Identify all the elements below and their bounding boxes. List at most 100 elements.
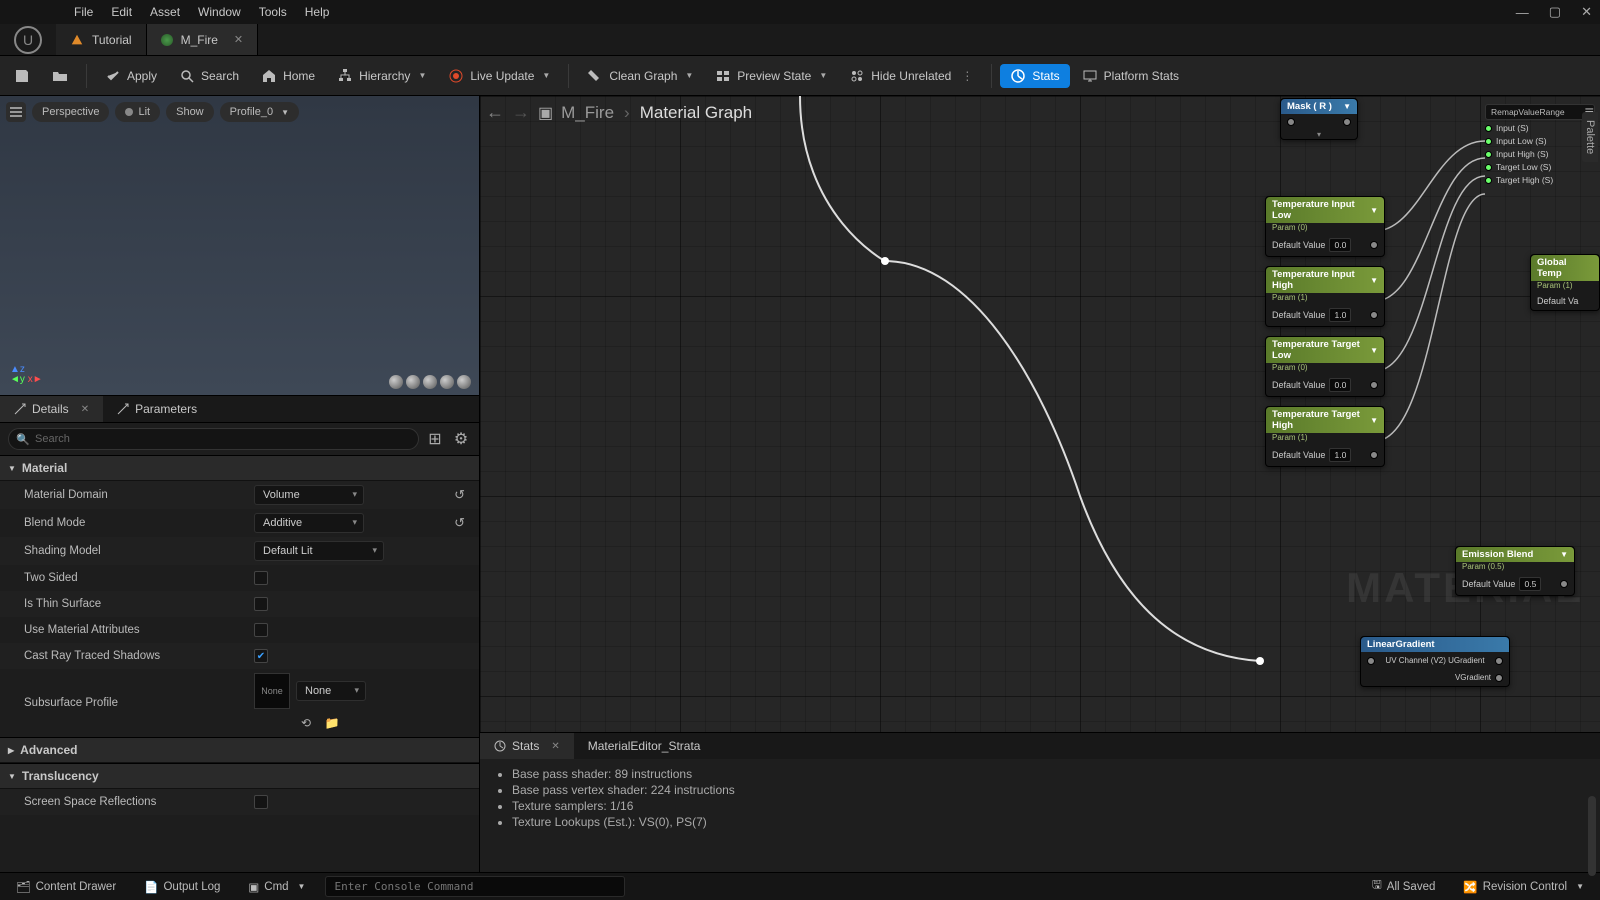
viewport-options-button[interactable] bbox=[6, 102, 26, 122]
browse-button[interactable] bbox=[42, 64, 78, 88]
graph-home-icon[interactable]: ▣ bbox=[538, 103, 553, 123]
prop-blend-mode-label: Blend Mode bbox=[24, 517, 254, 529]
property-matrix-icon[interactable]: ⊞ bbox=[425, 429, 445, 449]
tab-tutorial-label: Tutorial bbox=[92, 33, 132, 47]
search-button[interactable]: Search bbox=[169, 64, 249, 88]
viewport-preview-shapes[interactable] bbox=[389, 375, 471, 389]
section-advanced[interactable]: ▶Advanced bbox=[0, 737, 479, 763]
save-button[interactable] bbox=[4, 64, 40, 88]
content-drawer-button[interactable]: 🗂Content Drawer bbox=[8, 877, 124, 897]
stats-output: Base pass shader: 89 instructions Base p… bbox=[480, 759, 1600, 872]
source-control-icon: 🔀 bbox=[1463, 880, 1477, 894]
subsurface-dropdown[interactable]: None bbox=[296, 681, 366, 701]
section-material[interactable]: ▼Material bbox=[0, 455, 479, 481]
node-emission-blend[interactable]: Emission Blend▼ Param (0.5) Default Valu… bbox=[1455, 546, 1575, 596]
tutorial-icon bbox=[70, 33, 84, 47]
hide-unrelated-button[interactable]: Hide Unrelated⋮ bbox=[839, 64, 983, 88]
stats-scrollbar[interactable] bbox=[1588, 796, 1596, 876]
clean-graph-button[interactable]: Clean Graph▼ bbox=[577, 64, 703, 88]
prop-two-sided-label: Two Sided bbox=[24, 572, 254, 584]
tab-stats[interactable]: Stats✕ bbox=[480, 733, 574, 759]
cast-rt-checkbox[interactable]: ✔ bbox=[254, 649, 268, 663]
menu-help[interactable]: Help bbox=[305, 5, 330, 19]
reset-icon[interactable]: ↺ bbox=[454, 515, 465, 531]
window-minimize[interactable]: — bbox=[1516, 5, 1529, 20]
use-selected-icon[interactable]: ⟲ bbox=[296, 713, 316, 733]
platform-stats-button[interactable]: Platform Stats bbox=[1072, 64, 1189, 88]
window-close[interactable]: ✕ bbox=[1581, 4, 1592, 20]
menu-window[interactable]: Window bbox=[198, 5, 241, 19]
lit-dropdown[interactable]: Lit bbox=[115, 102, 160, 122]
tab-strip: U Tutorial M_Fire ✕ bbox=[0, 24, 1600, 56]
node-temp-target-high[interactable]: Temperature Target High▼ Param (1) Defau… bbox=[1265, 406, 1385, 467]
cmd-dropdown[interactable]: ▣Cmd▼ bbox=[240, 877, 313, 897]
nav-forward-button[interactable]: → bbox=[512, 102, 530, 123]
menu-edit[interactable]: Edit bbox=[111, 5, 132, 19]
tab-material-label: M_Fire bbox=[181, 33, 218, 47]
revision-control-button[interactable]: 🔀Revision Control▼ bbox=[1455, 877, 1592, 897]
tab-parameters[interactable]: Parameters bbox=[103, 396, 211, 422]
material-graph-canvas[interactable]: ← → ▣ M_Fire › Material Graph ≡ Palette … bbox=[480, 96, 1600, 732]
material-domain-dropdown[interactable]: Volume bbox=[254, 485, 364, 505]
preview-viewport[interactable]: Perspective Lit Show Profile_0▼ ▲z ◄y x► bbox=[0, 96, 479, 396]
node-temp-input-high[interactable]: Temperature Input High▼ Param (1) Defaul… bbox=[1265, 266, 1385, 327]
prop-shading-model-label: Shading Model bbox=[24, 545, 254, 557]
menubar: File Edit Asset Window Tools Help — ▢ ✕ bbox=[0, 0, 1600, 24]
browse-asset-icon[interactable]: 📁 bbox=[322, 713, 342, 733]
node-temp-target-low[interactable]: Temperature Target Low▼ Param (0) Defaul… bbox=[1265, 336, 1385, 397]
tab-material[interactable]: M_Fire ✕ bbox=[147, 24, 259, 55]
preview-state-button[interactable]: Preview State▼ bbox=[705, 64, 837, 88]
tab-strata[interactable]: MaterialEditor_Strata bbox=[574, 733, 715, 759]
hierarchy-button[interactable]: Hierarchy▼ bbox=[327, 64, 436, 88]
use-mat-attr-checkbox[interactable] bbox=[254, 623, 268, 637]
log-icon: 📄 bbox=[144, 880, 158, 894]
section-translucency[interactable]: ▼Translucency bbox=[0, 763, 479, 789]
show-dropdown[interactable]: Show bbox=[166, 102, 214, 122]
nav-back-button[interactable]: ← bbox=[486, 102, 504, 123]
palette-tab[interactable]: Palette bbox=[1582, 112, 1598, 162]
prop-cast-rt-label: Cast Ray Traced Shadows bbox=[24, 650, 254, 662]
breadcrumb: M_Fire › Material Graph bbox=[561, 103, 752, 123]
prop-use-mat-attr-label: Use Material Attributes bbox=[24, 624, 254, 636]
stats-panel: Stats✕ MaterialEditor_Strata Base pass s… bbox=[480, 732, 1600, 872]
menu-file[interactable]: File bbox=[74, 5, 93, 19]
app-logo[interactable]: U bbox=[0, 24, 56, 55]
toolbar: Apply Search Home Hierarchy▼ Live Update… bbox=[0, 56, 1600, 96]
save-status[interactable]: 🖫All Saved bbox=[1364, 874, 1443, 899]
close-icon[interactable]: ✕ bbox=[234, 33, 243, 46]
statusbar: 🗂Content Drawer 📄Output Log ▣Cmd▼ 🖫All S… bbox=[0, 872, 1600, 900]
tab-tutorial[interactable]: Tutorial bbox=[56, 24, 147, 55]
saved-icon: 🖫 bbox=[1372, 877, 1382, 896]
blend-mode-dropdown[interactable]: Additive bbox=[254, 513, 364, 533]
menu-asset[interactable]: Asset bbox=[150, 5, 180, 19]
window-maximize[interactable]: ▢ bbox=[1549, 4, 1561, 20]
node-linear-gradient[interactable]: LinearGradient UV Channel (V2) UGradient… bbox=[1360, 636, 1510, 687]
reset-icon[interactable]: ↺ bbox=[454, 487, 465, 503]
close-icon[interactable]: ✕ bbox=[81, 404, 89, 415]
node-global-temp[interactable]: Global Temp Param (1) Default Va bbox=[1530, 254, 1600, 311]
menu-tools[interactable]: Tools bbox=[259, 5, 287, 19]
search-icon: 🔍 bbox=[16, 433, 30, 446]
terminal-icon: ▣ bbox=[248, 880, 259, 894]
home-button[interactable]: Home bbox=[251, 64, 325, 88]
profile-dropdown[interactable]: Profile_0▼ bbox=[220, 102, 299, 122]
details-panel: Details✕ Parameters 🔍 Search ⊞ ⚙ ▼Materi… bbox=[0, 396, 479, 872]
perspective-dropdown[interactable]: Perspective bbox=[32, 102, 109, 122]
output-log-button[interactable]: 📄Output Log bbox=[136, 877, 228, 897]
prop-material-domain-label: Material Domain bbox=[24, 489, 254, 501]
node-temp-input-low[interactable]: Temperature Input Low▼ Param (0) Default… bbox=[1265, 196, 1385, 257]
asset-thumbnail[interactable]: None bbox=[254, 673, 290, 709]
search-input[interactable]: 🔍 Search bbox=[8, 428, 419, 450]
shading-model-dropdown[interactable]: Default Lit bbox=[254, 541, 384, 561]
tab-details[interactable]: Details✕ bbox=[0, 396, 103, 422]
apply-button[interactable]: Apply bbox=[95, 64, 167, 88]
two-sided-checkbox[interactable] bbox=[254, 571, 268, 585]
thin-surface-checkbox[interactable] bbox=[254, 597, 268, 611]
stats-button[interactable]: Stats bbox=[1000, 64, 1069, 88]
close-icon[interactable]: ✕ bbox=[551, 741, 559, 752]
ssr-checkbox[interactable] bbox=[254, 795, 268, 809]
settings-icon[interactable]: ⚙ bbox=[451, 429, 471, 449]
live-update-button[interactable]: Live Update▼ bbox=[438, 64, 560, 88]
prop-thin-surface-label: Is Thin Surface bbox=[24, 598, 254, 610]
console-input[interactable] bbox=[325, 876, 625, 897]
